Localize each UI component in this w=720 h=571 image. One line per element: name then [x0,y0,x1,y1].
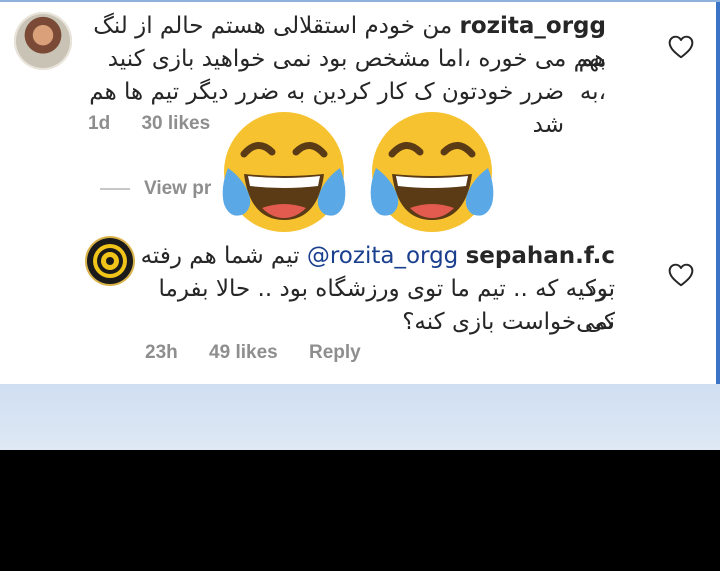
comment-1-time: 1d [88,113,111,134]
avatar-sepahan[interactable] [87,238,133,284]
comment-2-line-3: نمی‌خواست بازی کنه؟ [402,309,615,335]
comment-2-meta: 23h 49 likes Reply [145,342,387,364]
comments-panel: rozita_orgg من خودم استقلالی هستم حالم ا… [0,0,720,384]
heart-outline-icon[interactable] [668,35,694,59]
club-crest-icon [93,244,127,278]
black-letterbox [0,450,720,571]
laughing-emoji-1 [222,112,346,232]
comment-2-time: 23h [145,342,178,363]
view-replies-divider [100,188,130,190]
laughing-emoji-2 [370,112,494,232]
screenshot-area: rozita_orgg من خودم استقلالی هستم حالم ا… [0,0,720,450]
background-strip [0,384,720,450]
username-sepahan[interactable]: sepahan.f.c [466,243,615,269]
heart-outline-icon[interactable] [668,263,694,287]
reply-button[interactable]: Reply [309,342,361,363]
comment-1-meta: 1d 30 likes [88,113,236,135]
comment-2-likes[interactable]: 49 likes [209,342,278,363]
username-rozita[interactable]: rozita_orgg [459,13,606,39]
mention-rozita[interactable]: @rozita_orgg [307,243,458,269]
frame-top-border [0,0,720,2]
comment-1-likes[interactable]: 30 likes [141,113,210,134]
avatar-rozita[interactable] [14,12,72,70]
